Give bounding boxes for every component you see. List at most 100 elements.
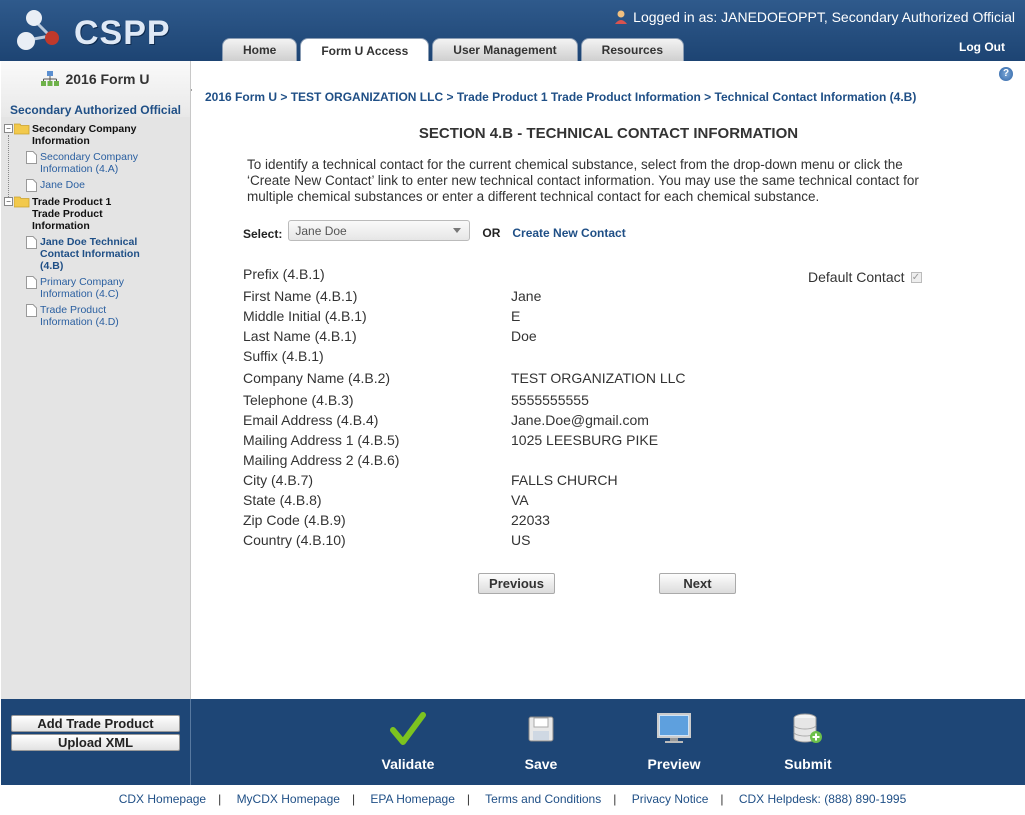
field-label: Zip Code (4.B.9) xyxy=(243,512,346,528)
field-label: Last Name (4.B.1) xyxy=(243,328,357,344)
save-label: Save xyxy=(524,756,558,772)
field-label: Middle Initial (4.B.1) xyxy=(243,308,367,324)
tab-form-u-access[interactable]: Form U Access xyxy=(300,38,430,62)
form-title: 2016 Form U xyxy=(65,71,150,87)
field-label: Suffix (4.B.1) xyxy=(243,348,324,364)
field-label: Mailing Address 1 (4.B.5) xyxy=(243,432,400,448)
sidebar-title: 2016 Form U xyxy=(41,71,150,87)
toolbar-left-panel: Add Trade Product Upload XML xyxy=(1,699,191,785)
user-icon xyxy=(615,10,628,24)
tree-item-primary-company[interactable]: Primary Company Information (4.C) xyxy=(26,276,190,300)
checkmark-icon xyxy=(390,712,426,745)
sidebar-role: Secondary Authorized Official xyxy=(10,103,181,117)
field-label: Prefix (4.B.1) xyxy=(243,266,325,282)
tree-group-trade-product[interactable]: − Trade Product 1 Trade Product Informat… xyxy=(4,196,190,232)
tree-item-technical-contact[interactable]: Jane Doe Technical Contact Information (… xyxy=(26,236,190,272)
instructions-text: To identify a technical contact for the … xyxy=(247,157,919,204)
section-title: SECTION 4.B - TECHNICAL CONTACT INFORMAT… xyxy=(418,125,799,142)
preview-button[interactable]: Preview xyxy=(634,711,714,772)
field-label: Company Name (4.B.2) xyxy=(243,370,391,386)
field-value: VA xyxy=(511,492,529,508)
field-value: 22033 xyxy=(511,512,550,528)
field-value: Jane xyxy=(511,288,542,304)
tree-item-jane-doe[interactable]: Jane Doe xyxy=(26,179,190,192)
field-label: Country (4.B.10) xyxy=(243,532,346,548)
contact-dropdown-value: Jane Doe xyxy=(295,223,347,238)
floppy-disk-icon xyxy=(528,716,554,742)
main-tabs: Home Form U Access User Management Resou… xyxy=(222,38,685,62)
sidebar: 2016 Form U Secondary Authorized Officia… xyxy=(1,61,191,699)
page-icon xyxy=(26,179,37,192)
help-icon[interactable]: ? xyxy=(999,67,1013,81)
footer-link-terms[interactable]: Terms and Conditions xyxy=(485,792,601,806)
page-icon xyxy=(26,151,37,164)
field-label: State (4.B.8) xyxy=(243,492,322,508)
field-label: Telephone (4.B.3) xyxy=(243,392,354,408)
upload-xml-button[interactable]: Upload XML xyxy=(11,734,180,751)
submit-label: Submit xyxy=(784,756,832,772)
navigation-tree: − Secondary Company Information Secondar… xyxy=(1,123,190,328)
monitor-icon xyxy=(657,713,691,743)
submit-button[interactable]: Submit xyxy=(768,711,848,772)
logged-in-text: Logged in as: JANEDOEOPPT, Secondary Aut… xyxy=(633,9,1015,25)
previous-button[interactable]: Previous xyxy=(478,573,555,594)
action-toolbar: Add Trade Product Upload XML Validate Sa… xyxy=(1,699,1025,785)
field-value: 1025 LEESBURG PIKE xyxy=(511,432,659,448)
logo-text: CSPP xyxy=(74,14,171,52)
next-button[interactable]: Next xyxy=(659,573,736,594)
sidebar-header: 2016 Form U Secondary Authorized Officia… xyxy=(1,61,190,117)
validate-button[interactable]: Validate xyxy=(368,711,448,772)
breadcrumb[interactable]: 2016 Form U > TEST ORGANIZATION LLC > Tr… xyxy=(205,90,916,104)
tree-item-label: Primary Company Information (4.C) xyxy=(40,276,125,300)
tree-group-label: Trade Product 1 Trade Product Informatio… xyxy=(32,196,112,232)
field-value: 5555555555 xyxy=(511,392,589,408)
default-contact-label: Default Contact xyxy=(808,269,905,285)
tree-item-secondary-company-info[interactable]: Secondary Company Information (4.A) xyxy=(26,151,190,175)
folder-open-icon xyxy=(14,123,30,135)
default-contact-checkbox[interactable]: ✓ xyxy=(910,271,922,283)
footer-link-epa-homepage[interactable]: EPA Homepage xyxy=(370,792,455,806)
default-contact: Default Contact ✓ xyxy=(808,269,922,285)
tab-home[interactable]: Home xyxy=(222,38,298,61)
tree-item-label: Trade Product Information (4.D) xyxy=(40,304,119,328)
tree-item-label: Jane Doe Technical Contact Information (… xyxy=(40,236,140,272)
database-add-icon xyxy=(793,713,822,743)
field-value: TEST ORGANIZATION LLC xyxy=(511,370,686,386)
cspp-logo[interactable]: CSPP xyxy=(14,6,170,54)
collapse-toggle-icon[interactable]: − xyxy=(4,197,13,206)
tree-item-label: Secondary Company Information (4.A) xyxy=(40,151,139,175)
field-value: Doe xyxy=(511,328,537,344)
field-value: US xyxy=(511,532,531,548)
save-button[interactable]: Save xyxy=(501,711,581,772)
tab-resources[interactable]: Resources xyxy=(580,38,685,61)
contact-dropdown[interactable]: Jane Doe xyxy=(288,220,471,241)
logged-in-status: Logged in as: JANEDOEOPPT, Secondary Aut… xyxy=(613,9,1015,25)
validate-label: Validate xyxy=(381,756,435,772)
footer-link-cdx-homepage[interactable]: CDX Homepage xyxy=(119,792,206,806)
select-label: Select: xyxy=(243,226,283,241)
tree-item-label: Jane Doe xyxy=(40,179,85,191)
add-trade-product-button[interactable]: Add Trade Product xyxy=(11,715,180,732)
tree-item-trade-product-info[interactable]: Trade Product Information (4.D) xyxy=(26,304,190,328)
footer-link-helpdesk[interactable]: CDX Helpdesk: (888) 890-1995 xyxy=(739,792,906,806)
tab-user-management[interactable]: User Management xyxy=(432,38,578,61)
page-icon xyxy=(26,304,37,317)
field-value: E xyxy=(511,308,521,324)
field-value: Jane.Doe@gmail.com xyxy=(511,412,649,428)
field-label: City (4.B.7) xyxy=(243,472,314,488)
footer-links: CDX Homepage | MyCDX Homepage | EPA Homepa… xyxy=(118,792,907,806)
tree-group-secondary-company[interactable]: − Secondary Company Information xyxy=(4,123,190,147)
sitemap-icon xyxy=(41,71,60,86)
footer-link-privacy[interactable]: Privacy Notice xyxy=(632,792,709,806)
footer-link-mycdx-homepage[interactable]: MyCDX Homepage xyxy=(237,792,340,806)
field-value: FALLS CHURCH xyxy=(511,472,618,488)
create-new-contact-link[interactable]: Create New Contact xyxy=(512,226,625,240)
contact-select-row: Select: Jane Doe OR Create New Contact xyxy=(243,220,626,241)
folder-open-icon xyxy=(14,196,30,208)
collapse-toggle-icon[interactable]: − xyxy=(4,124,13,133)
logout-link[interactable]: Log Out xyxy=(959,40,1005,54)
or-label: OR xyxy=(482,225,501,240)
app-header: CSPP Logged in as: JANEDOEOPPT, Secondar… xyxy=(0,0,1025,62)
main-content: ? 2016 Form U > TEST ORGANIZATION LLC > … xyxy=(192,61,1025,699)
tree-group-label: Secondary Company Information xyxy=(32,123,137,147)
